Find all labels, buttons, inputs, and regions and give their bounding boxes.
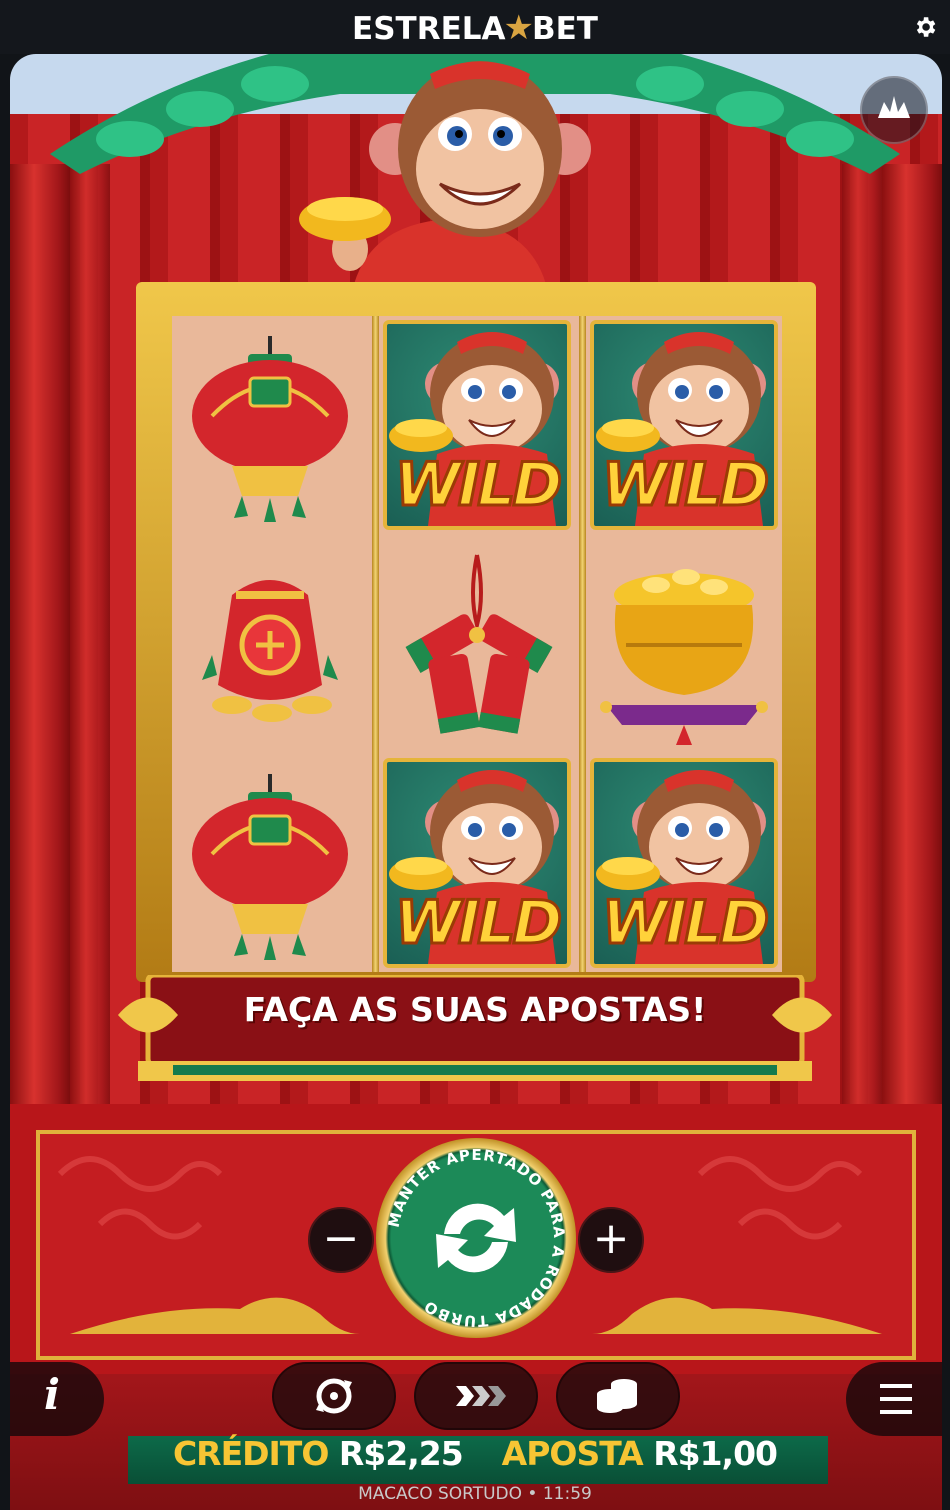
hamburger-icon	[880, 1384, 912, 1414]
wild-label: WILD	[393, 449, 564, 522]
symbol-firecrackers	[379, 535, 575, 753]
symbol-wild: WILD	[586, 316, 782, 534]
reel-2: WILD WILD	[379, 316, 575, 972]
gear-icon[interactable]	[912, 14, 938, 40]
symbol-wild: WILD	[379, 754, 575, 972]
reel-separator	[372, 316, 379, 972]
turbo-button[interactable]	[414, 1362, 538, 1430]
autoplay-button[interactable]	[272, 1362, 396, 1430]
brand-right: BET	[531, 11, 598, 47]
brand-left: ESTRELA	[352, 11, 506, 47]
symbol-gold-pot	[586, 535, 782, 753]
home-button[interactable]	[860, 76, 928, 144]
monkey-host-character	[299, 61, 591, 304]
bet-value: R$1,00	[653, 1434, 778, 1473]
game-footer: MACACO SORTUDO • 11:59	[358, 1484, 592, 1504]
spin-ring-text: MANTER APERTADO PARA A RODADA TURBO	[385, 1146, 568, 1330]
brand-logo: ESTRELA★BET	[0, 8, 950, 48]
spin-button[interactable]: MANTER APERTADO PARA A RODADA TURBO	[376, 1138, 576, 1338]
symbol-lucky-bag	[172, 535, 368, 753]
bet-label: APOSTA	[501, 1434, 644, 1473]
info-icon: i	[44, 1370, 60, 1419]
reel-area: WILD WILD WILD WILD	[172, 316, 782, 972]
symbol-lantern	[172, 754, 368, 972]
wild-label: WILD	[600, 449, 771, 522]
wild-card: WILD	[383, 320, 571, 530]
symbol-wild: WILD	[379, 316, 575, 534]
crown-icon	[878, 96, 910, 118]
coin-stack-icon	[597, 1379, 637, 1413]
pillar-left-inner	[70, 164, 110, 1114]
reel-1	[172, 316, 368, 972]
reel-3: WILD WILD	[586, 316, 782, 972]
increase-bet-button[interactable]: +	[578, 1207, 644, 1273]
wild-card: WILD	[590, 758, 778, 968]
wild-label: WILD	[600, 887, 771, 960]
star-icon: ★	[503, 8, 534, 48]
wild-card: WILD	[383, 758, 571, 968]
symbol-lantern	[172, 316, 368, 534]
bet-settings-button[interactable]	[556, 1362, 680, 1430]
info-button[interactable]: i	[10, 1362, 104, 1436]
reel-separator	[579, 316, 586, 972]
reel-frame: WILD WILD WILD WILD	[136, 282, 816, 982]
spin-graphic: MANTER APERTADO PARA A RODADA TURBO	[385, 1146, 569, 1330]
credit-value: R$2,25	[338, 1434, 464, 1473]
credit-label: CRÉDITO	[172, 1434, 329, 1473]
wild-card: WILD	[590, 320, 778, 530]
balance-line: CRÉDITO R$2,25 APOSTA R$1,00	[0, 1434, 950, 1473]
banner-message: FAÇA AS SUAS APOSTAS!	[243, 990, 707, 1029]
turbo-icon	[456, 1386, 506, 1406]
pillar-left-outer	[10, 164, 70, 1114]
autoplay-icon	[316, 1378, 352, 1414]
decrease-bet-button[interactable]: −	[308, 1207, 374, 1273]
svg-text:MANTER APERTADO PARA A RODADA: MANTER APERTADO PARA A RODADA TURBO	[385, 1146, 569, 1330]
refresh-arrows-icon	[436, 1203, 516, 1273]
menu-button[interactable]	[846, 1362, 942, 1436]
symbol-wild: WILD	[586, 754, 782, 972]
pillar-right-outer	[882, 164, 942, 1114]
wild-label: WILD	[393, 887, 564, 960]
pillar-right-inner	[842, 164, 882, 1114]
top-bar: ESTRELA★BET	[0, 0, 950, 54]
